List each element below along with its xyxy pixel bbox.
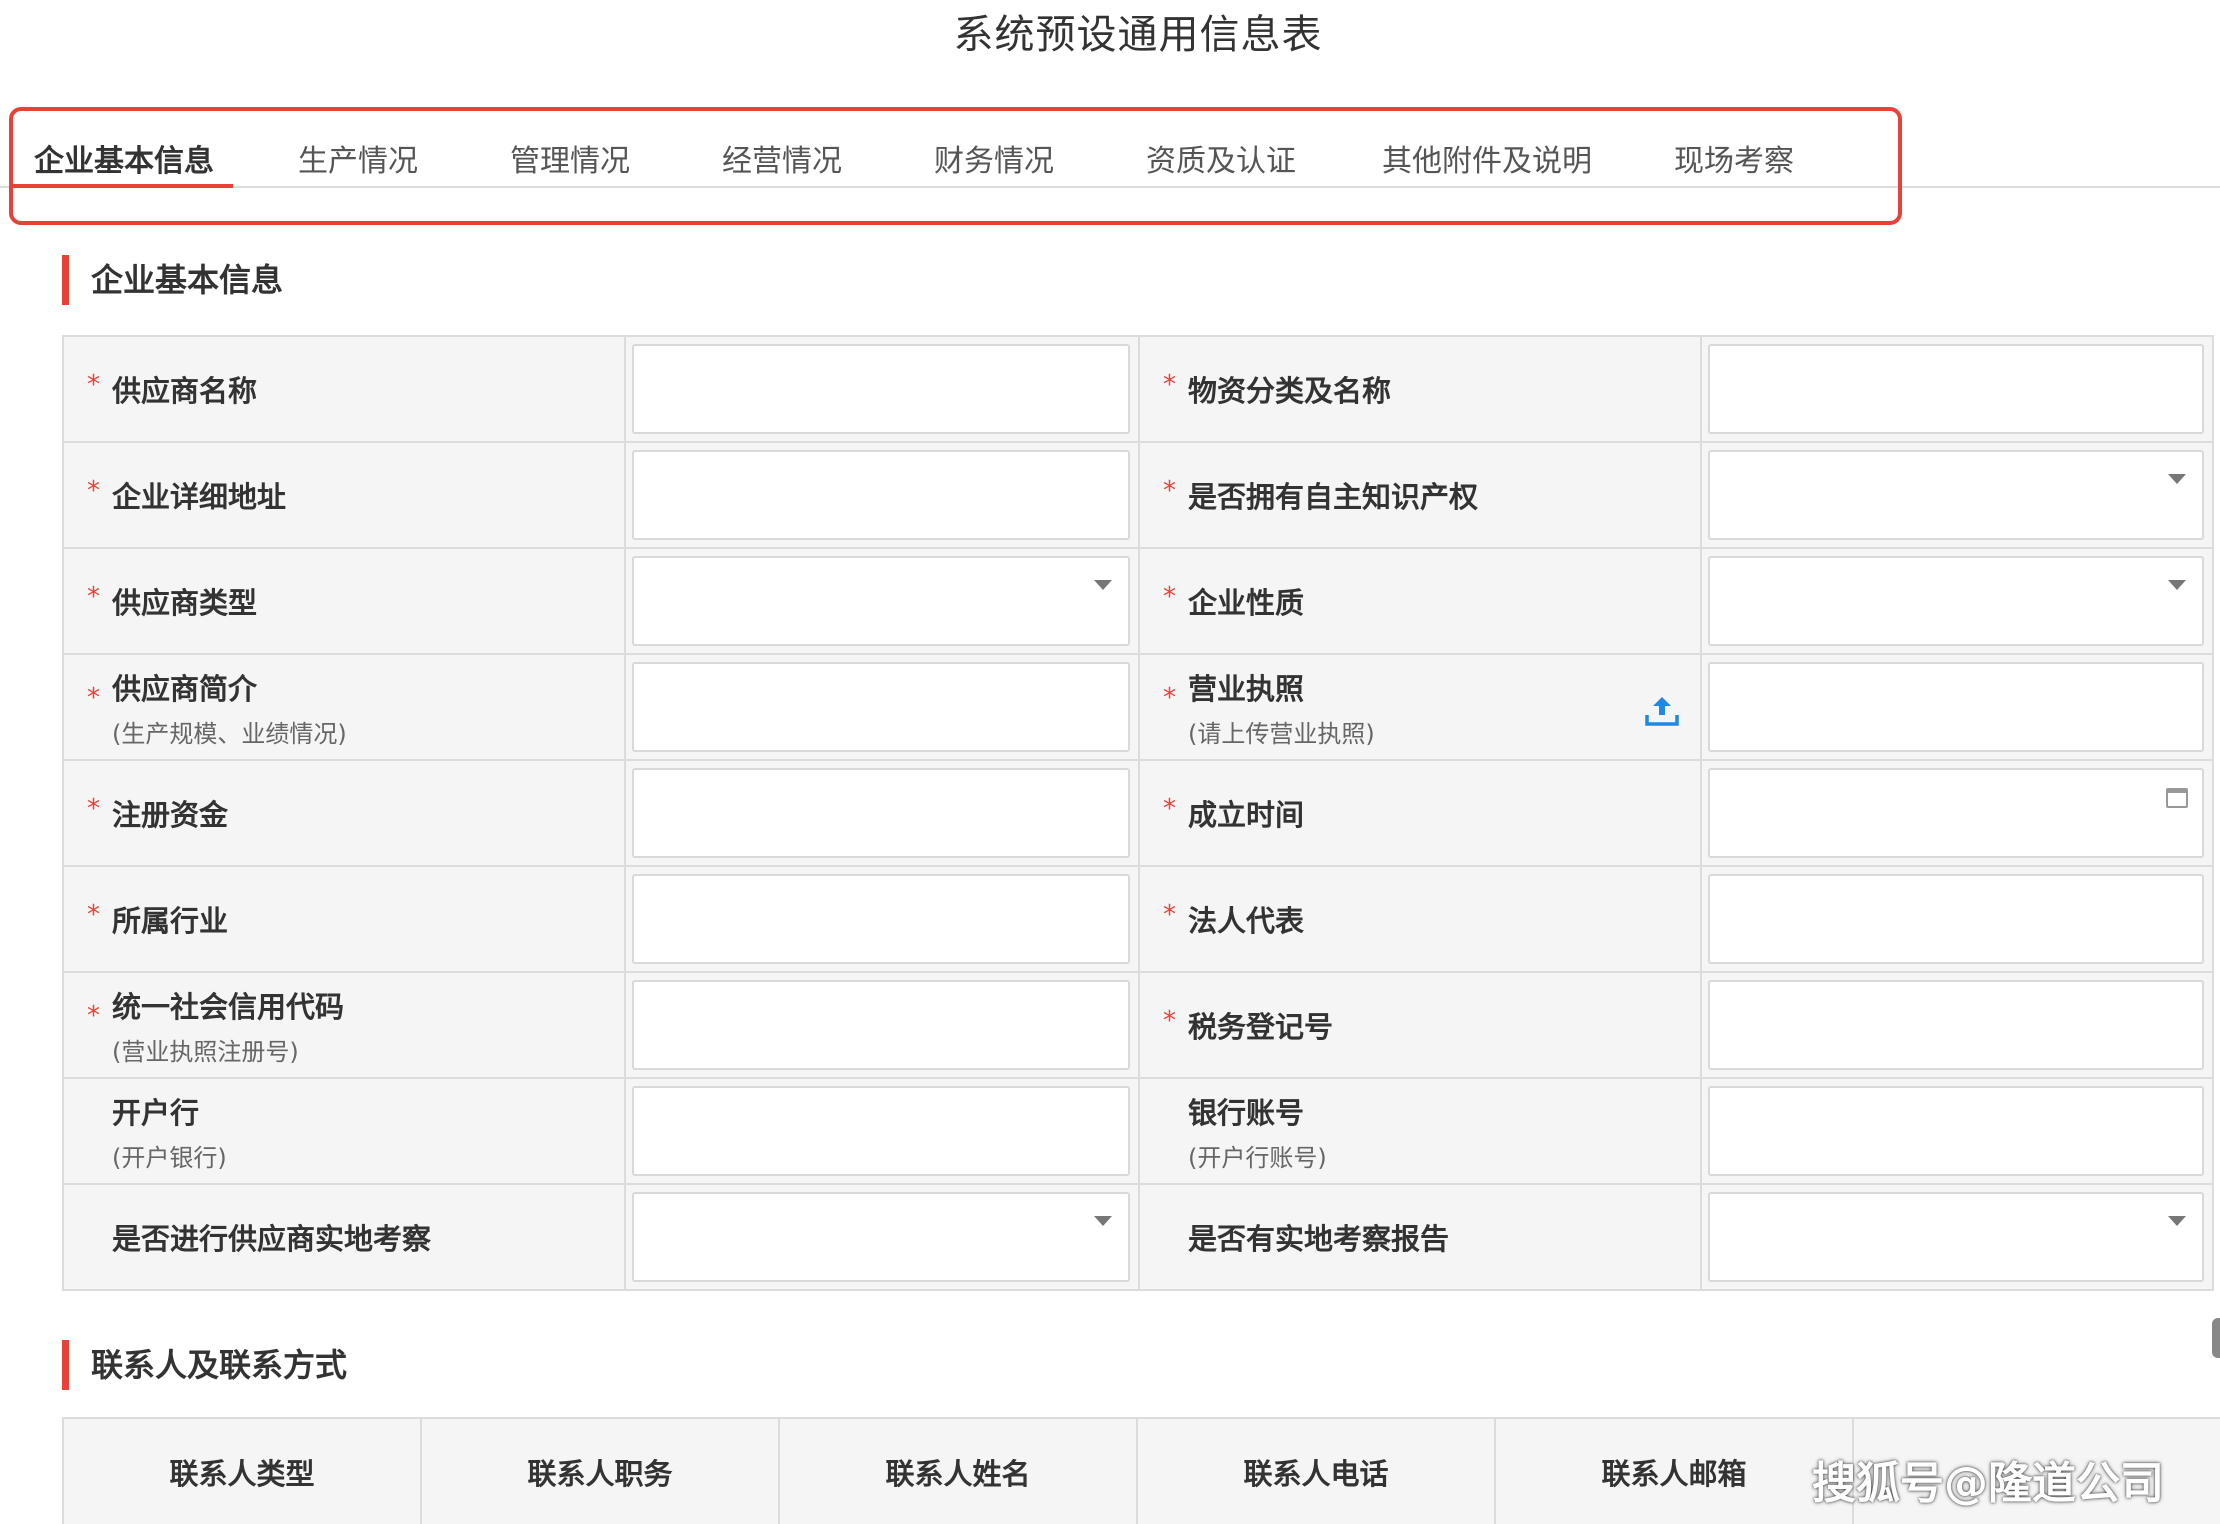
enterprise-nature-select[interactable] [1708,556,2204,646]
business-license-hint: (请上传营业执照) [1188,719,1375,748]
section-title-basic-info: 企业基本信息 [62,255,283,305]
supplier-name-field[interactable] [632,344,1130,434]
registered-capital-field[interactable] [632,768,1130,858]
tabs-highlight-box [9,107,1902,225]
industry-input[interactable] [634,876,1128,962]
legal-representative-input[interactable] [1710,876,2202,962]
established-date-picker[interactable] [1708,768,2204,858]
tax-registration-field[interactable] [1708,980,2204,1070]
credit-code-field[interactable] [632,980,1130,1070]
bank-account-label: 银行账号 [1188,1095,1305,1130]
required-mark: * [87,582,100,612]
required-mark: * [87,794,100,824]
supplier-intro-hint: (生产规模、业绩情况) [112,719,347,748]
calendar-icon[interactable] [2166,788,2188,808]
supplier-intro-field[interactable] [632,662,1130,752]
upload-icon[interactable] [1642,691,1682,731]
site-inspection-select[interactable] [632,1192,1130,1282]
chevron-down-icon [2168,580,2186,590]
credit-code-hint: (营业执照注册号) [112,1037,299,1066]
tax-registration-label: 税务登记号 [1188,1010,1334,1044]
business-license-field[interactable] [1708,662,2204,752]
address-input[interactable] [634,452,1128,538]
address-field[interactable] [632,450,1130,540]
supplier-intro-label: 供应商简介 [112,671,258,706]
material-category-label: 物资分类及名称 [1188,374,1392,408]
legal-representative-label: 法人代表 [1188,904,1305,938]
bank-hint: (开户银行) [112,1143,227,1172]
supplier-name-input[interactable] [634,346,1128,432]
chevron-down-icon [2168,1216,2186,1226]
column-header-contact-phone: 联系人电话 [1138,1419,1496,1524]
inspection-report-select[interactable] [1708,1192,2204,1282]
chevron-down-icon [2168,474,2186,484]
required-mark: * [1163,683,1176,713]
watermark: 搜狐号@隆道公司 [1812,1458,2164,1509]
required-mark: * [87,476,100,506]
section-title-contacts: 联系人及联系方式 [62,1340,347,1390]
registered-capital-input[interactable] [634,770,1128,856]
bank-account-field[interactable] [1708,1086,2204,1176]
column-header-contact-name: 联系人姓名 [780,1419,1138,1524]
material-category-field[interactable] [1708,344,2204,434]
supplier-intro-input[interactable] [634,664,1128,750]
bank-field[interactable] [632,1086,1130,1176]
tax-registration-input[interactable] [1710,982,2202,1068]
material-category-input[interactable] [1710,346,2202,432]
required-mark: * [87,900,100,930]
required-mark: * [1163,582,1176,612]
credit-code-label: 统一社会信用代码 [112,989,345,1024]
required-mark: * [87,370,100,400]
page-title: 系统预设通用信息表 [953,12,1323,58]
required-mark: * [1163,370,1176,400]
required-mark: * [1163,1006,1176,1036]
required-mark: * [1163,476,1176,506]
basic-info-form: * 供应商名称 * 物资分类及名称 * 企业详细地址 * 是否拥有自主知识产权 * 供应商… [62,335,2214,1291]
bank-account-hint: (开户行账号) [1188,1143,1327,1172]
column-header-contact-title: 联系人职务 [422,1419,780,1524]
business-license-label: 营业执照 [1188,671,1305,706]
supplier-name-label: 供应商名称 [112,374,258,408]
registered-capital-label: 注册资金 [112,798,229,832]
column-header-contact-email: 联系人邮箱 [1496,1419,1854,1524]
ip-ownership-select[interactable] [1708,450,2204,540]
chevron-down-icon [1094,1216,1112,1226]
ip-ownership-label: 是否拥有自主知识产权 [1188,480,1479,514]
bank-input[interactable] [634,1088,1128,1174]
site-inspection-label: 是否进行供应商实地考察 [112,1222,432,1256]
credit-code-input[interactable] [634,982,1128,1068]
required-mark: * [87,683,100,713]
legal-representative-field[interactable] [1708,874,2204,964]
supplier-type-label: 供应商类型 [112,586,258,620]
enterprise-nature-label: 企业性质 [1188,586,1305,620]
supplier-type-select[interactable] [632,556,1130,646]
established-date-label: 成立时间 [1188,798,1305,832]
address-label: 企业详细地址 [112,480,287,514]
bank-account-input[interactable] [1710,1088,2202,1174]
inspection-report-label: 是否有实地考察报告 [1188,1222,1450,1256]
industry-field[interactable] [632,874,1130,964]
scroll-handle[interactable] [2212,1318,2220,1358]
chevron-down-icon [1094,580,1112,590]
bank-label: 开户行 [112,1095,200,1130]
required-mark: * [87,1001,100,1031]
required-mark: * [1163,900,1176,930]
required-mark: * [1163,794,1176,824]
column-header-contact-type: 联系人类型 [64,1419,422,1524]
industry-label: 所属行业 [112,904,229,938]
